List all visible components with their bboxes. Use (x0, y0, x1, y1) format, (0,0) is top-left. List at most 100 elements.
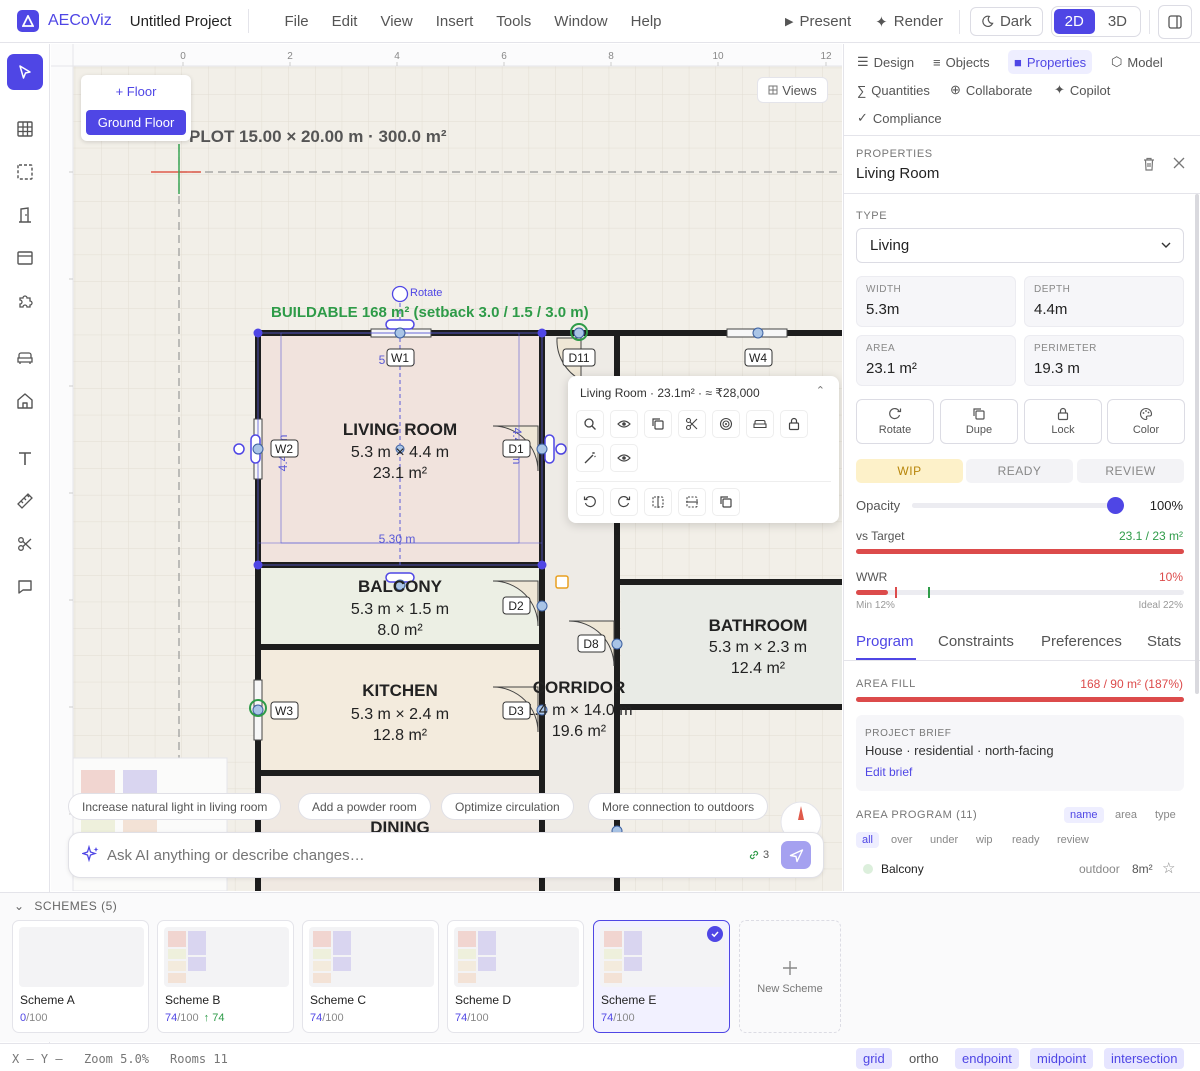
suggestion-chip[interactable]: Optimize circulation (441, 793, 574, 820)
project-name[interactable]: Untitled Project (130, 13, 232, 30)
program-row[interactable]: Balcony outdoor 8m² ☆ (844, 856, 1200, 884)
tab-copilot[interactable]: ✦ Copilot (1048, 78, 1116, 102)
filter-ready[interactable]: ready (1006, 832, 1046, 848)
status-review-button[interactable]: REVIEW (1077, 459, 1184, 483)
tab-properties[interactable]: ■ Properties (1008, 50, 1093, 74)
rotate-button[interactable]: Rotate (856, 399, 934, 444)
status-ready-button[interactable]: READY (966, 459, 1073, 483)
filter-all[interactable]: all (856, 832, 880, 848)
component-tool[interactable] (7, 283, 43, 319)
plan-canvas[interactable]: 0 2 4 6 8 10 12 PLOT 15.00 × 20.00 m · 3… (51, 44, 842, 891)
width-field[interactable]: WIDTH 5.3m (856, 276, 1016, 327)
suggestion-chip[interactable]: Increase natural light in living room (68, 793, 282, 820)
filter-wip[interactable]: wip (970, 832, 999, 848)
add-floor-button[interactable]: + Floor (81, 84, 191, 99)
duplicate-button[interactable] (712, 488, 740, 516)
view-2d-button[interactable]: 2D (1053, 9, 1095, 34)
views-button[interactable]: Views (757, 77, 828, 103)
tab-collaborate[interactable]: ⊕ Collaborate (944, 78, 1038, 102)
lock-button[interactable]: Lock (1024, 399, 1102, 444)
edit-brief-link[interactable]: Edit brief (865, 765, 912, 779)
split-button[interactable] (678, 410, 706, 438)
window-tool[interactable] (7, 240, 43, 276)
furniture-tool[interactable] (7, 340, 43, 376)
scheme-card-selected[interactable]: Scheme E 74/100 (593, 920, 730, 1033)
ground-floor-button[interactable]: Ground Floor (86, 110, 186, 135)
opacity-slider-thumb[interactable] (1107, 497, 1124, 514)
text-tool[interactable] (7, 440, 43, 476)
filter-under[interactable]: under (924, 832, 964, 848)
flip-h-button[interactable] (644, 488, 672, 516)
subtab-program[interactable]: Program (856, 633, 914, 650)
render-button[interactable]: ✦ Render (875, 13, 943, 31)
view-3d-button[interactable]: 3D (1097, 9, 1138, 34)
present-button[interactable]: ▶ Present (785, 13, 851, 30)
snap-endpoint[interactable]: endpoint (955, 1048, 1019, 1069)
rotate-cw-button[interactable] (610, 488, 638, 516)
select-tool[interactable] (7, 54, 43, 90)
menu-file[interactable]: File (284, 13, 308, 30)
sort-type[interactable]: type (1149, 807, 1182, 823)
lock-button[interactable] (780, 410, 808, 438)
visibility-button[interactable] (610, 410, 638, 438)
home-tool[interactable] (7, 383, 43, 419)
chevron-up-icon[interactable]: ⌃ (816, 384, 825, 397)
snap-grid[interactable]: grid (856, 1048, 892, 1069)
preview-button[interactable] (610, 444, 638, 472)
tab-design[interactable]: ☰ Design (851, 50, 920, 74)
close-button[interactable] (1172, 156, 1186, 173)
magic-button[interactable] (576, 444, 604, 472)
duplicate-button[interactable]: Dupe (940, 399, 1018, 444)
copy-button[interactable] (644, 410, 672, 438)
scheme-card[interactable]: Scheme A 0/100 (12, 920, 149, 1033)
filter-over[interactable]: over (885, 832, 918, 848)
suggestion-chip[interactable]: Add a powder room (298, 793, 431, 820)
subtab-preferences[interactable]: Preferences (1041, 633, 1122, 650)
type-select[interactable]: Living (856, 228, 1184, 263)
snap-midpoint[interactable]: midpoint (1030, 1048, 1094, 1069)
ai-prompt-input[interactable] (107, 847, 707, 864)
zoom-button[interactable] (576, 410, 604, 438)
menu-window[interactable]: Window (554, 13, 607, 30)
delete-button[interactable] (1141, 156, 1157, 175)
menu-insert[interactable]: Insert (436, 13, 474, 30)
rotate-ccw-button[interactable] (576, 488, 604, 516)
flip-v-button[interactable] (678, 488, 706, 516)
snap-ortho[interactable]: ortho (902, 1048, 946, 1069)
scheme-card[interactable]: Scheme B 74/100 ↑ 74 (157, 920, 294, 1033)
menu-edit[interactable]: Edit (332, 13, 358, 30)
depth-field[interactable]: DEPTH 4.4m (1024, 276, 1184, 327)
tab-compliance[interactable]: ✓ Compliance (851, 106, 948, 130)
tab-model[interactable]: ⬡ Model (1105, 50, 1169, 74)
send-button[interactable] (781, 841, 811, 869)
menu-help[interactable]: Help (631, 13, 662, 30)
snap-intersection[interactable]: intersection (1104, 1048, 1185, 1069)
menu-tools[interactable]: Tools (496, 13, 531, 30)
grid-tool[interactable] (7, 111, 43, 147)
theme-toggle[interactable]: Dark (969, 7, 1043, 36)
filter-review[interactable]: review (1051, 832, 1095, 848)
schemes-header[interactable]: ⌄ SCHEMES (5) (14, 899, 117, 913)
subtab-stats[interactable]: Stats (1147, 633, 1181, 650)
measure-tool[interactable] (7, 483, 43, 519)
tab-objects[interactable]: ≡ Objects (927, 50, 996, 74)
scheme-card[interactable]: Scheme C 74/100 (302, 920, 439, 1033)
attachments-indicator[interactable]: 3 (748, 849, 769, 861)
sort-area[interactable]: area (1109, 807, 1143, 823)
color-button[interactable]: Color (1107, 399, 1185, 444)
menu-view[interactable]: View (380, 13, 412, 30)
star-icon[interactable]: ☆ (1162, 859, 1175, 877)
door-tool[interactable] (7, 197, 43, 233)
cut-tool[interactable] (7, 526, 43, 562)
target-button[interactable] (712, 410, 740, 438)
panel-toggle-button[interactable] (1158, 4, 1192, 39)
scheme-card[interactable]: Scheme D 74/100 (447, 920, 584, 1033)
suggestion-chip[interactable]: More connection to outdoors (588, 793, 769, 820)
opacity-slider[interactable] (912, 503, 1116, 508)
room-tool[interactable] (7, 154, 43, 190)
status-wip-button[interactable]: WIP (856, 459, 963, 483)
subtab-constraints[interactable]: Constraints (938, 633, 1014, 650)
tab-quantities[interactable]: ∑ Quantities (851, 78, 936, 102)
comment-tool[interactable] (7, 569, 43, 605)
furnish-button[interactable] (746, 410, 774, 438)
